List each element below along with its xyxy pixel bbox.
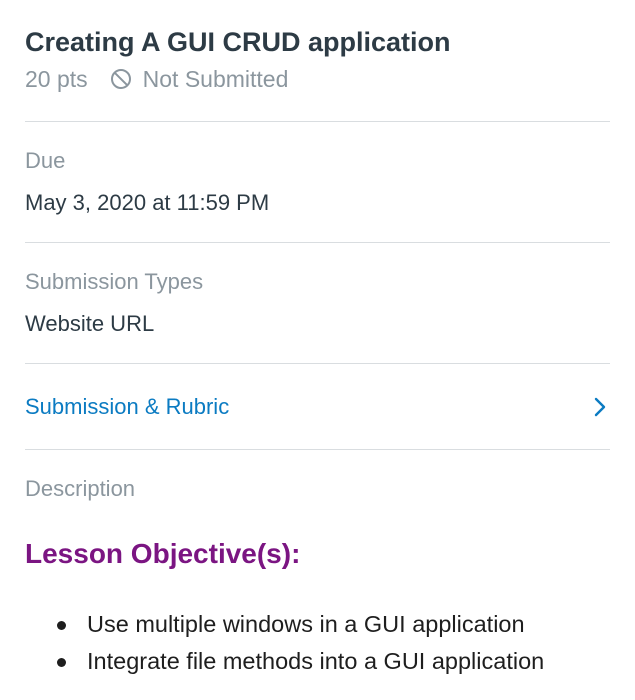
divider [25, 242, 610, 243]
objectives-list: Use multiple windows in a GUI applicatio… [57, 606, 544, 680]
assignment-title: Creating A GUI CRUD application [25, 27, 451, 57]
submission-types-label: Submission Types [25, 269, 204, 294]
assignment-header: Creating A GUI CRUD application 20 pts N… [0, 0, 635, 98]
divider [25, 121, 610, 122]
submission-types-value: Website URL [25, 311, 155, 336]
objective-text: Integrate file methods into a GUI applic… [87, 648, 545, 674]
assignment-meta: 20 pts Not Submitted [25, 64, 610, 94]
divider [25, 449, 610, 450]
assignment-details-page: Creating A GUI CRUD application 20 pts N… [0, 0, 635, 700]
list-item: Integrate file methods into a GUI applic… [57, 643, 544, 680]
bullet-icon [57, 658, 66, 667]
bullet-icon [57, 621, 66, 630]
description-label: Description [25, 476, 136, 501]
due-label: Due [25, 148, 66, 173]
due-date: May 3, 2020 at 11:59 PM [25, 190, 270, 215]
list-item: Use multiple windows in a GUI applicatio… [57, 606, 544, 643]
prohibited-icon [110, 68, 132, 90]
lesson-objectives-heading: Lesson Objective(s): [25, 538, 301, 569]
submission-rubric-link[interactable]: Submission & Rubric [25, 394, 229, 420]
points-value: 20 pts [25, 66, 88, 92]
objective-text: Use multiple windows in a GUI applicatio… [87, 611, 525, 637]
submission-status: Not Submitted [142, 66, 289, 92]
submission-rubric-row[interactable]: Submission & Rubric [25, 364, 610, 450]
chevron-right-icon[interactable] [592, 396, 608, 418]
